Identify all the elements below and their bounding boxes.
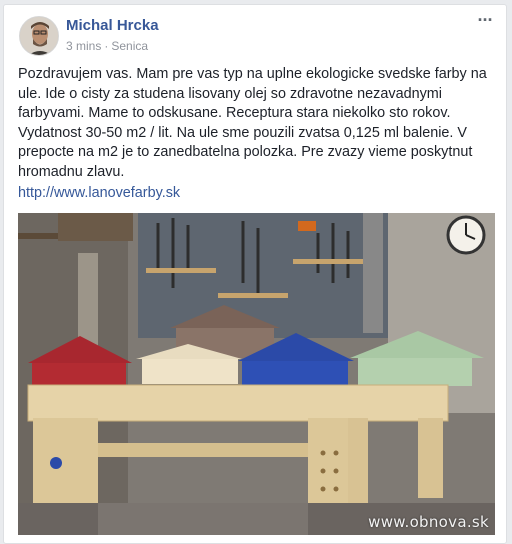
author-name[interactable]: Michal Hrcka [66, 17, 159, 34]
post-photo[interactable]: www.obnova.sk [18, 213, 495, 535]
meta-separator: · [104, 39, 109, 53]
workshop-beehives-image [18, 213, 495, 535]
avatar[interactable] [19, 16, 59, 56]
post-location[interactable]: Senica [111, 39, 148, 53]
post-meta: 3 mins · Senica [66, 39, 148, 53]
avatar-photo [20, 17, 58, 55]
post-link[interactable]: http://www.lanovefarby.sk [18, 185, 180, 201]
post-time[interactable]: 3 mins [66, 39, 101, 53]
more-options-button[interactable]: ··· [474, 10, 496, 31]
ellipsis-icon: ··· [477, 10, 494, 30]
photo-watermark: www.obnova.sk [368, 513, 489, 531]
feed-post: Michal Hrcka 3 mins · Senica ··· Pozdravuj… [3, 4, 507, 544]
post-text: Pozdravujem vas. Mam pre vas typ na upln… [18, 66, 487, 180]
